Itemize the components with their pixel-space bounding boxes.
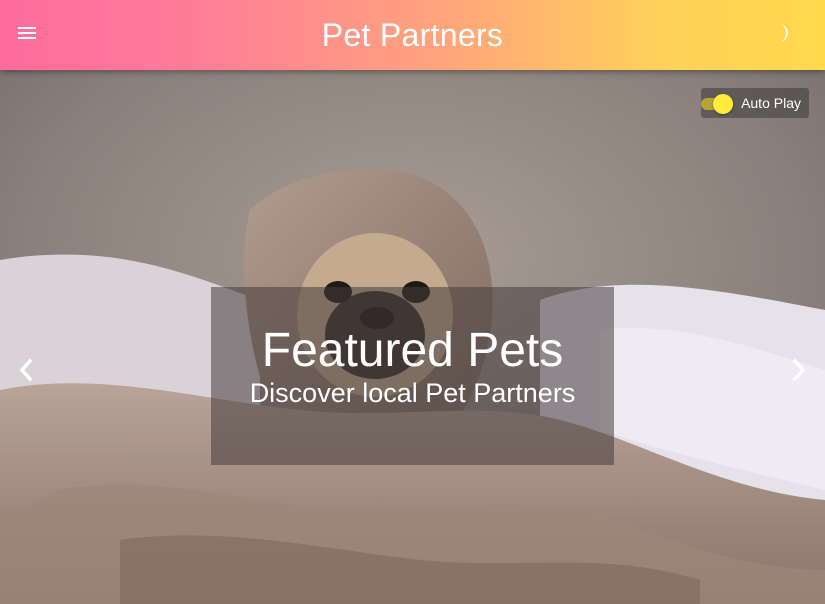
menu-button[interactable] (14, 22, 40, 48)
app-title: Pet Partners (321, 16, 504, 53)
caption-title: Featured Pets (261, 324, 564, 377)
app-bar: Pet Partners (0, 0, 825, 70)
featured-carousel: Auto Play Featured Pets Discover local P… (0, 70, 825, 604)
chevron-right-icon (791, 358, 807, 387)
autoplay-toggle[interactable]: Auto Play (701, 88, 809, 118)
autoplay-label: Auto Play (741, 95, 801, 111)
caption-subtitle: Discover local Pet Partners (249, 378, 576, 408)
next-slide-button[interactable] (787, 358, 811, 387)
theme-toggle-button[interactable] (769, 22, 795, 48)
chevron-left-icon (18, 358, 34, 387)
slide-caption: Featured Pets Discover local Pet Partner… (211, 287, 614, 465)
switch-thumb (713, 94, 734, 114)
moon-icon (773, 23, 791, 48)
autoplay-switch[interactable] (701, 93, 737, 114)
menu-icon (17, 25, 37, 46)
previous-slide-button[interactable] (14, 358, 38, 387)
